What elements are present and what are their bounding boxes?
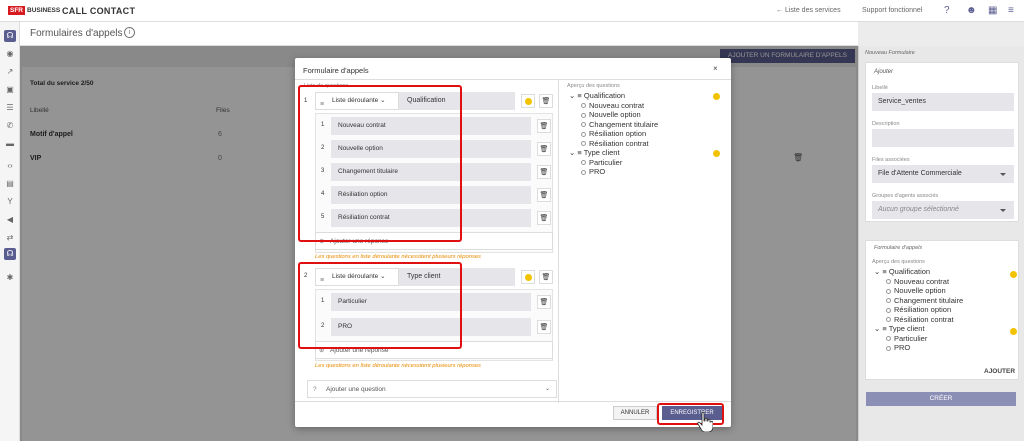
tree-question: ⌄ ≡ Qualification: [569, 91, 626, 100]
sfr-logo: SFR: [8, 6, 25, 15]
eye-icon[interactable]: ◉: [4, 48, 16, 60]
support-link[interactable]: Support fonctionnel: [862, 7, 922, 14]
trash-icon[interactable]: 🗑: [537, 211, 551, 225]
chevron-down-icon: ⌄: [544, 386, 550, 392]
list-icon[interactable]: ☰: [4, 102, 16, 114]
star-icon: [713, 93, 720, 100]
warning-text: Les questions en liste déroulante nécess…: [315, 363, 481, 369]
libelle-label: Libellé: [872, 85, 888, 91]
transfer-icon[interactable]: ⇄: [4, 232, 16, 244]
libelle-input[interactable]: Service_ventes: [872, 93, 1014, 111]
cancel-button[interactable]: ANNULER: [613, 406, 657, 420]
users-icon[interactable]: ☻: [966, 5, 977, 16]
tree-question: ⌄ ≡ Type client: [874, 324, 925, 333]
add-form-card: Ajouter Libellé Service_ventes Descripti…: [865, 62, 1019, 222]
preview-tree: ⌄ ≡ Qualification Nouveau contrat Nouvel…: [569, 91, 658, 177]
tree-answer: Particulier: [874, 334, 963, 344]
tree-answer: Changement titulaire: [569, 120, 658, 130]
tree-answer: Résiliation contrat: [569, 139, 658, 149]
brand: SFR BUSINESS: [8, 6, 60, 15]
trash-icon[interactable]: 🗑: [537, 188, 551, 202]
close-icon[interactable]: ×: [713, 64, 718, 73]
new-form-panel: Nouveau Formulaire Ajouter Libellé Servi…: [858, 46, 1024, 441]
services-link[interactable]: ← Liste des services: [776, 7, 841, 14]
add-question-select[interactable]: ? Ajouter une question ⌄: [307, 380, 557, 398]
tree-answer: Particulier: [569, 158, 658, 168]
add-section-label: Ajouter: [874, 69, 894, 75]
preview-column: Aperçu des questions ⌄ ≡ Qualification N…: [567, 80, 727, 403]
app-title: CALL CONTACT: [62, 6, 136, 16]
star-icon: [1010, 271, 1017, 278]
code-icon[interactable]: ‹›: [4, 160, 16, 172]
megaphone-icon[interactable]: ◀: [4, 214, 16, 226]
tree-answer: Changement titulaire: [874, 296, 963, 306]
tree-question: ⌄ ≡ Type client: [569, 148, 620, 157]
modal-title: Formulaire d'appels: [303, 66, 369, 75]
brand-text: BUSINESS: [27, 7, 61, 14]
save-icon[interactable]: ▣: [4, 84, 16, 96]
fork-icon[interactable]: Y: [4, 196, 16, 208]
star-icon: [1010, 328, 1017, 335]
tree-answer: Nouvelle option: [874, 286, 963, 296]
preview-tree: ⌄ ≡ Qualification Nouveau contrat Nouvel…: [874, 267, 963, 353]
hand-cursor-icon: [697, 412, 713, 432]
preview-label: Aperçu des questions: [872, 259, 925, 265]
star-icon[interactable]: [521, 270, 535, 284]
trash-icon[interactable]: 🗑: [539, 270, 553, 284]
files-label: Files associées: [872, 157, 910, 163]
highlight-box: [298, 85, 462, 242]
groups-select[interactable]: Aucun groupe sélectionné: [872, 201, 1014, 219]
forms-card-title: Formulaire d'appels: [874, 245, 923, 251]
forms-card: Formulaire d'appels Aperçu des questions…: [865, 240, 1019, 380]
groups-label: Groupes d'agents associés: [872, 193, 939, 199]
tree-answer: Résiliation option: [569, 129, 658, 139]
headset-icon-active[interactable]: ☊: [4, 248, 16, 260]
page-header: Formulaires d'appels i: [20, 22, 858, 46]
phone-icon[interactable]: ✆: [4, 120, 16, 132]
grid-icon[interactable]: ▦: [988, 5, 997, 16]
tree-answer: Nouveau contrat: [569, 101, 658, 111]
preview-label: Aperçu des questions: [567, 83, 620, 89]
page-title: Formulaires d'appels: [30, 28, 123, 39]
highlight-box: [657, 403, 724, 425]
folder-icon[interactable]: ▬: [4, 138, 16, 150]
trash-icon[interactable]: 🗑: [537, 295, 551, 309]
trash-icon[interactable]: 🗑: [537, 142, 551, 156]
files-select[interactable]: File d'Attente Commerciale: [872, 165, 1014, 183]
top-bar: SFR BUSINESS CALL CONTACT ← Liste des ser…: [0, 0, 1024, 22]
trash-icon[interactable]: 🗑: [537, 165, 551, 179]
chart-icon[interactable]: ↗: [4, 66, 16, 78]
star-icon: [713, 150, 720, 157]
tree-answer: Nouvelle option: [569, 110, 658, 120]
create-button[interactable]: CRÉER: [866, 392, 1016, 406]
trash-icon[interactable]: 🗑: [537, 119, 551, 133]
tree-answer: Nouveau contrat: [874, 277, 963, 287]
gear-icon[interactable]: ✱: [4, 272, 16, 284]
question-icon: ?: [313, 386, 317, 393]
add-button[interactable]: AJOUTER: [984, 368, 1015, 375]
tree-answer: PRO: [569, 167, 658, 177]
tree-answer: Résiliation contrat: [874, 315, 963, 325]
description-label: Description: [872, 121, 900, 127]
description-input[interactable]: [872, 129, 1014, 147]
trash-icon[interactable]: 🗑: [539, 94, 553, 108]
star-icon[interactable]: [521, 94, 535, 108]
headset-icon[interactable]: ☊: [4, 30, 16, 42]
highlight-box: [298, 262, 462, 349]
calendar-icon[interactable]: ▤: [4, 178, 16, 190]
sidebar: ☊ ◉ ↗ ▣ ☰ ✆ ▬ ‹› ▤ Y ◀ ⇄ ☊ ✱: [0, 22, 20, 441]
menu-icon[interactable]: ≡: [1008, 5, 1014, 16]
help-icon[interactable]: ?: [944, 5, 950, 16]
trash-icon[interactable]: 🗑: [537, 320, 551, 334]
warning-text: Les questions en liste déroulante nécess…: [315, 254, 481, 260]
panel-title: Nouveau Formulaire: [865, 50, 915, 56]
tree-answer: Résiliation option: [874, 305, 963, 315]
tree-question: ⌄ ≡ Qualification: [874, 267, 931, 276]
info-icon[interactable]: i: [124, 27, 135, 38]
tree-answer: PRO: [874, 343, 963, 353]
